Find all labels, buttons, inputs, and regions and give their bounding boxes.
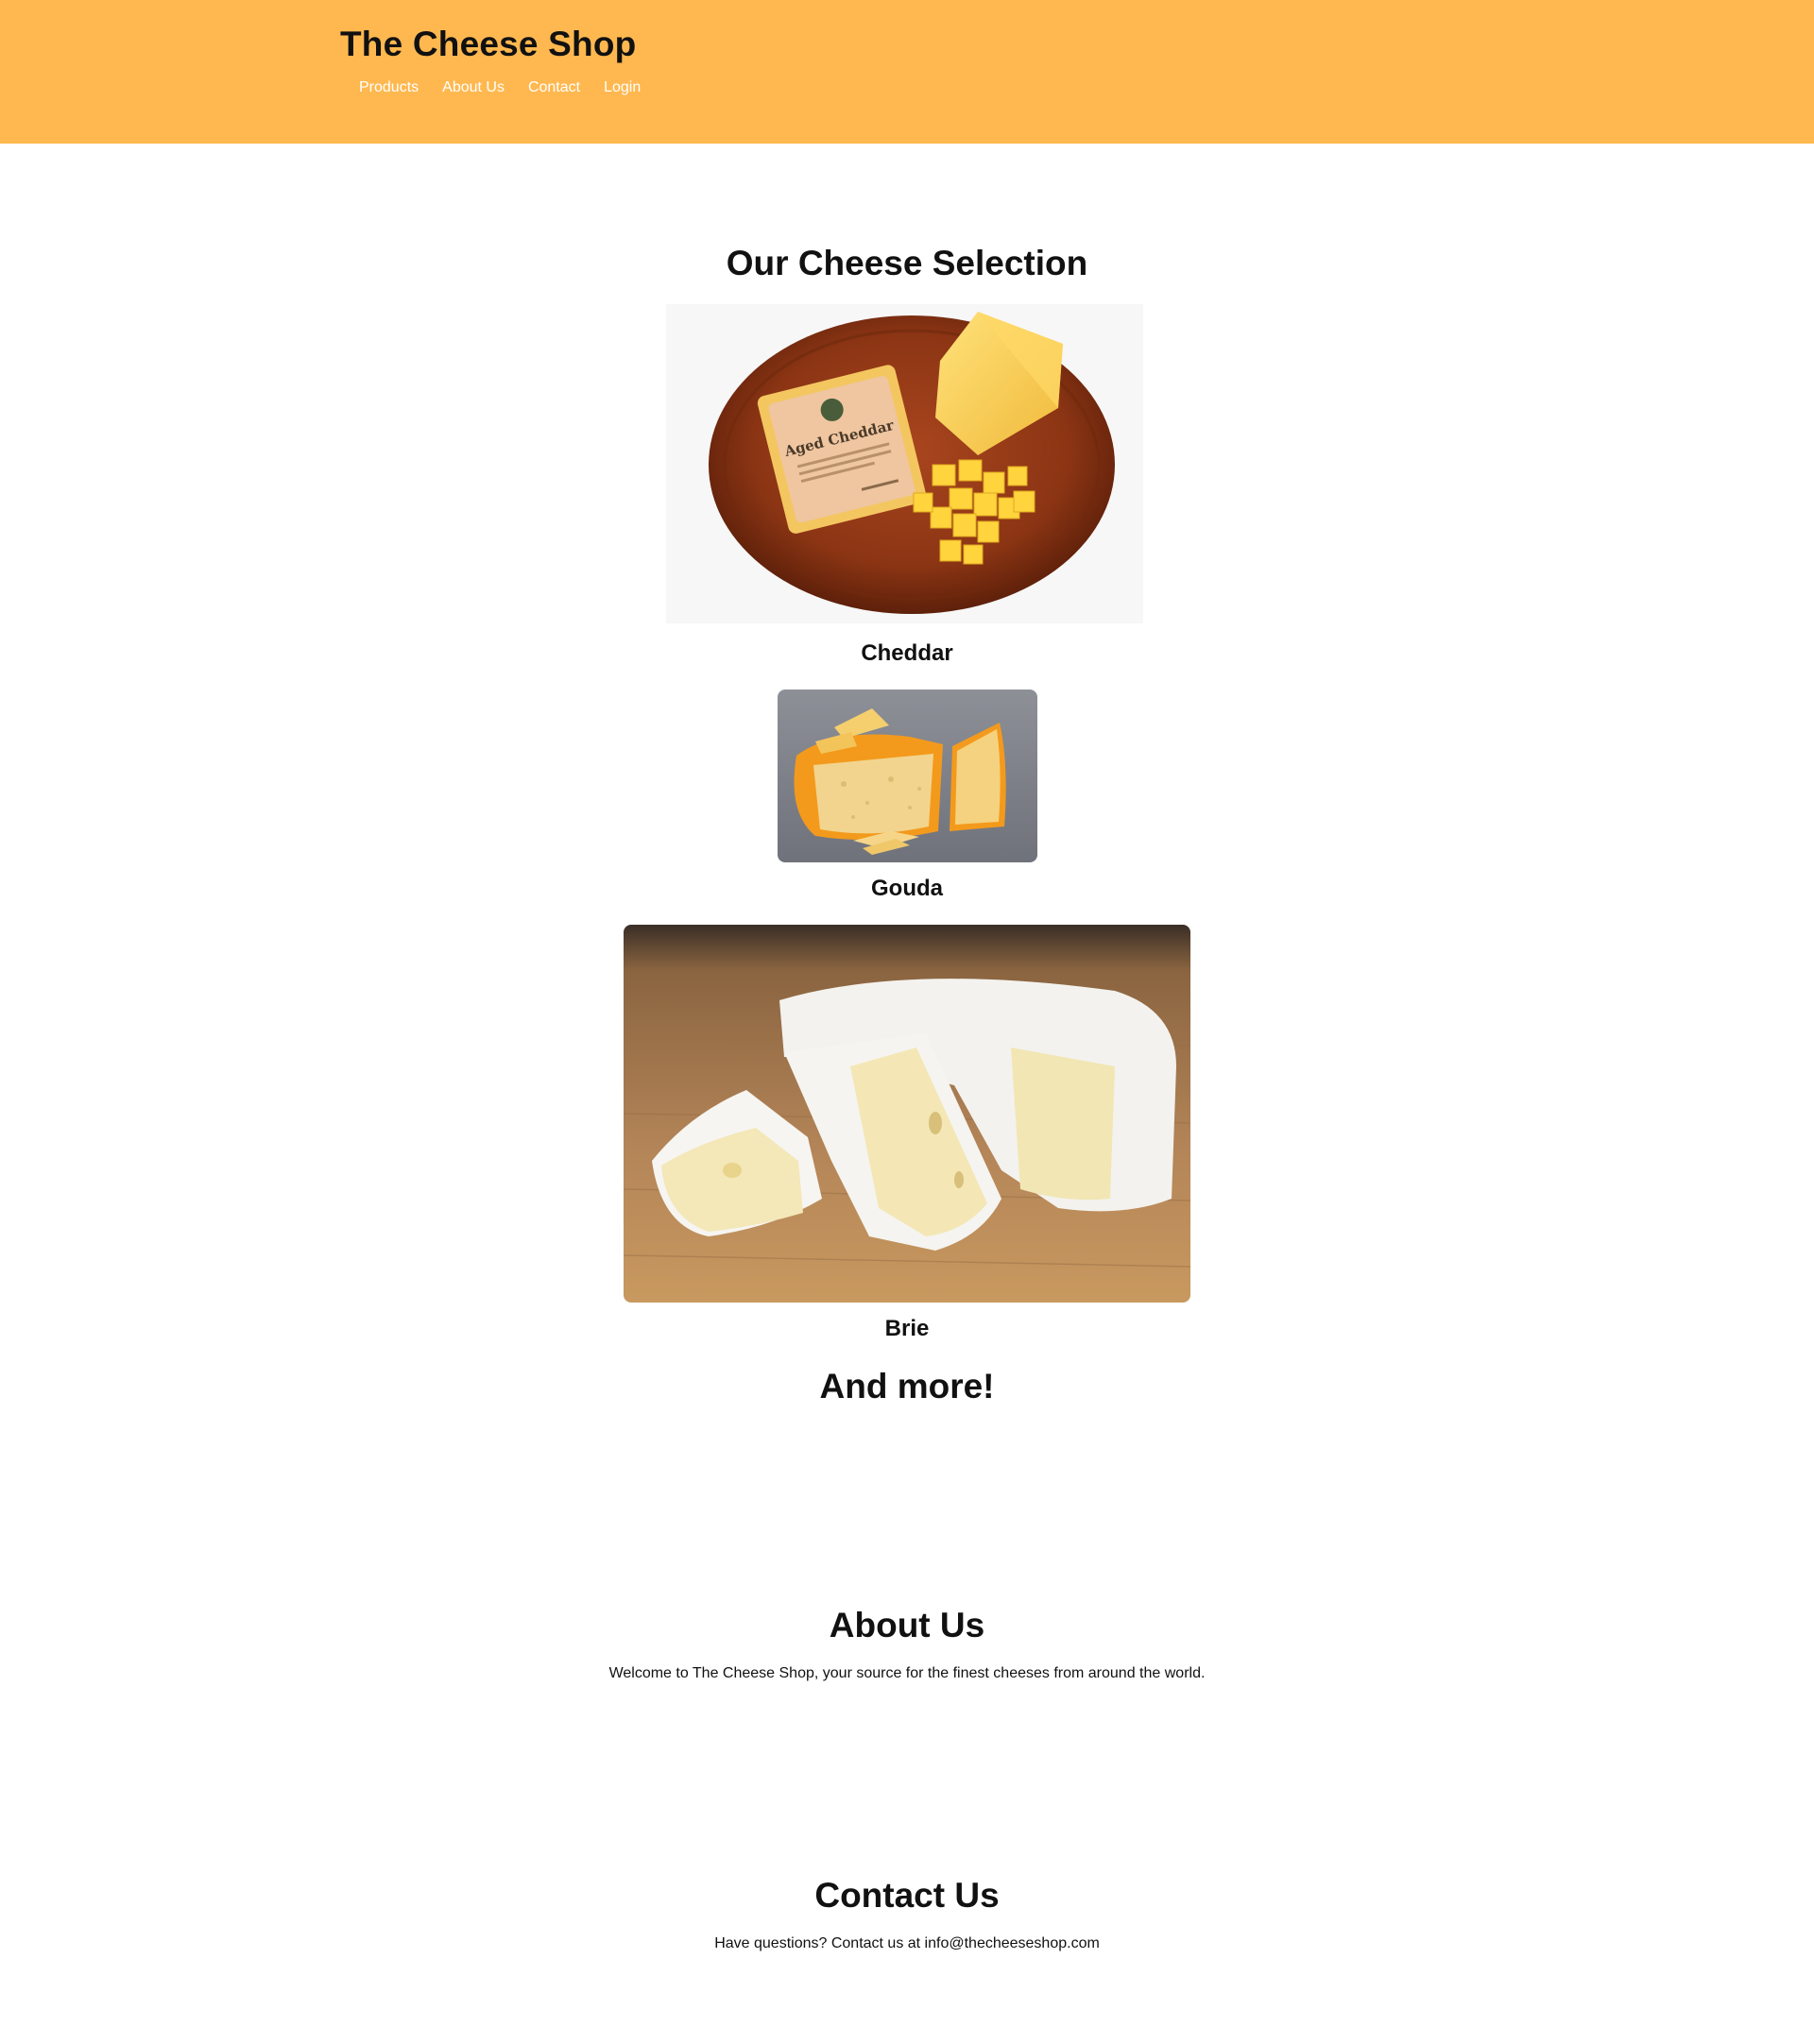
about-text: Welcome to The Cheese Shop, your source … (608, 1665, 1206, 1681)
contact-text: Have questions? Contact us at info@thech… (714, 1935, 1100, 1951)
cheddar-image: Aged Cheddar (666, 304, 1143, 623)
contact-heading: Contact Us (814, 1876, 1000, 1915)
product-name-cheddar: Cheddar (861, 640, 953, 666)
products-heading: Our Cheese Selection (726, 244, 1088, 282)
product-name-gouda: Gouda (871, 876, 943, 901)
cheddar-illustration: Aged Cheddar (666, 304, 1143, 623)
site-header: The Cheese Shop Products About Us Contac… (0, 0, 1814, 144)
site-title: The Cheese Shop (340, 25, 637, 63)
brie-illustration (624, 925, 1190, 1303)
nav-link-about-us[interactable]: About Us (442, 79, 505, 96)
brie-image (624, 925, 1190, 1303)
nav-link-products[interactable]: Products (359, 79, 419, 96)
nav-link-login[interactable]: Login (604, 79, 641, 96)
gouda-image (778, 690, 1037, 862)
nav-link-contact[interactable]: Contact (528, 79, 580, 96)
about-heading: About Us (829, 1606, 985, 1644)
and-more-heading: And more! (819, 1367, 995, 1405)
product-name-brie: Brie (884, 1316, 930, 1341)
main-nav: Products About Us Contact Login (359, 79, 641, 96)
gouda-illustration (778, 690, 1037, 862)
